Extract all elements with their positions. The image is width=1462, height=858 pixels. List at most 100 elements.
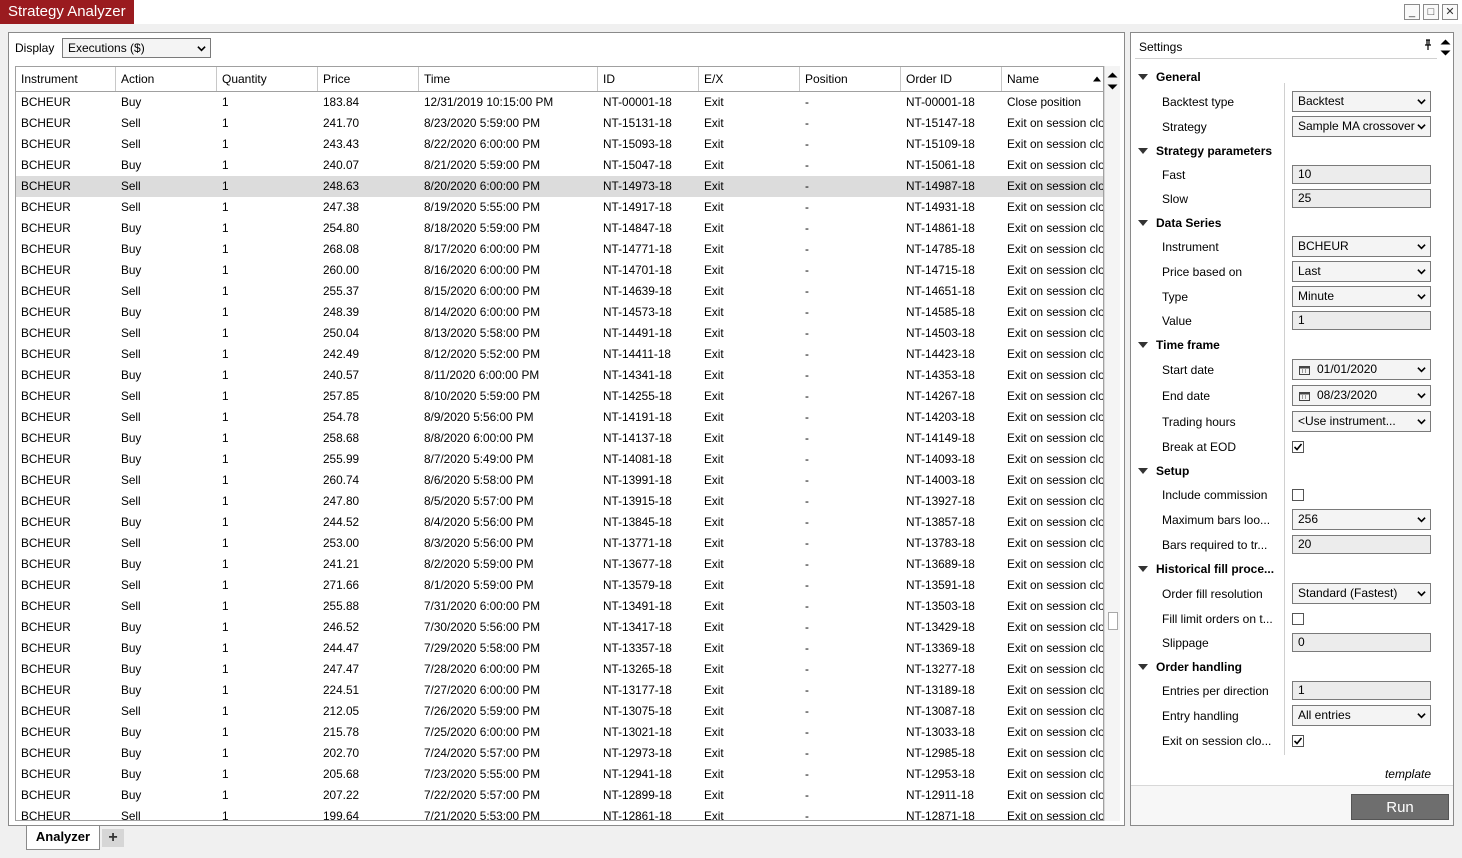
caret-down-icon[interactable]	[1138, 148, 1148, 155]
exit-on-session-close-checkbox[interactable]	[1292, 735, 1304, 747]
table-row[interactable]: BCHEUR Sell 1 255.88 7/31/2020 6:00:00 PM NT-…	[16, 596, 1103, 617]
cell-time: 8/16/2020 6:00:00 PM	[424, 263, 541, 277]
column-header-time[interactable]: Time	[419, 67, 598, 91]
instrument-value: BCHEUR	[1298, 239, 1349, 253]
entries-per-direction-input[interactable]: 1	[1292, 681, 1431, 700]
run-button[interactable]: Run	[1351, 794, 1449, 820]
group-strategy-parameters[interactable]: Strategy parameters	[1156, 144, 1272, 158]
group-historical-fill[interactable]: Historical fill proce...	[1156, 562, 1274, 576]
scroll-up-icon[interactable]	[1107, 70, 1118, 79]
end-date-picker[interactable]: 08/23/2020	[1292, 385, 1431, 406]
table-row[interactable]: BCHEUR Buy 1 224.51 7/27/2020 6:00:00 PM NT-1…	[16, 680, 1103, 701]
table-row[interactable]: BCHEUR Sell 1 247.80 8/5/2020 5:57:00 PM NT-1…	[16, 491, 1103, 512]
table-row[interactable]: BCHEUR Buy 1 183.84 12/31/2019 10:15:00 PM NT…	[16, 92, 1103, 113]
fill-limit-checkbox[interactable]	[1292, 613, 1304, 625]
table-row[interactable]: BCHEUR Buy 1 240.57 8/11/2020 6:00:00 PM NT-1…	[16, 365, 1103, 386]
settings-scroll-down-icon[interactable]	[1440, 49, 1451, 58]
minimize-button[interactable]: _	[1404, 4, 1420, 20]
template-link[interactable]: template	[1385, 767, 1431, 781]
table-row[interactable]: BCHEUR Sell 1 241.70 8/23/2020 5:59:00 PM NT-…	[16, 113, 1103, 134]
table-row[interactable]: BCHEUR Buy 1 246.52 7/30/2020 5:56:00 PM NT-1…	[16, 617, 1103, 638]
close-button[interactable]: ✕	[1442, 4, 1458, 20]
column-header-position[interactable]: Position	[800, 67, 901, 91]
trading-hours-select[interactable]: <Use instrument...	[1292, 411, 1431, 432]
break-at-eod-checkbox[interactable]	[1292, 441, 1304, 453]
table-row[interactable]: BCHEUR Buy 1 260.00 8/16/2020 6:00:00 PM NT-1…	[16, 260, 1103, 281]
table-row[interactable]: BCHEUR Sell 1 212.05 7/26/2020 5:59:00 PM NT-…	[16, 701, 1103, 722]
group-general[interactable]: General	[1156, 70, 1201, 84]
cell-position: -	[805, 599, 809, 613]
instrument-select[interactable]: BCHEUR	[1292, 236, 1431, 257]
table-row[interactable]: BCHEUR Buy 1 205.68 7/23/2020 5:55:00 PM NT-1…	[16, 764, 1103, 785]
column-header-order-id[interactable]: Order ID	[901, 67, 1002, 91]
caret-down-icon[interactable]	[1138, 664, 1148, 671]
type-select[interactable]: Minute	[1292, 286, 1431, 307]
include-commission-checkbox[interactable]	[1292, 489, 1304, 501]
maximize-button[interactable]: □	[1423, 4, 1439, 20]
table-row[interactable]: BCHEUR Buy 1 247.47 7/28/2020 6:00:00 PM NT-1…	[16, 659, 1103, 680]
settings-scrollbar[interactable]	[1438, 33, 1454, 757]
table-row[interactable]: BCHEUR Buy 1 240.07 8/21/2020 5:59:00 PM NT-1…	[16, 155, 1103, 176]
caret-down-icon[interactable]	[1138, 342, 1148, 349]
table-row[interactable]: BCHEUR Buy 1 254.80 8/18/2020 5:59:00 PM NT-1…	[16, 218, 1103, 239]
table-row[interactable]: BCHEUR Buy 1 255.99 8/7/2020 5:49:00 PM NT-14…	[16, 449, 1103, 470]
table-row[interactable]: BCHEUR Buy 1 248.39 8/14/2020 6:00:00 PM NT-1…	[16, 302, 1103, 323]
caret-down-icon[interactable]	[1138, 468, 1148, 475]
column-header-id[interactable]: ID	[598, 67, 699, 91]
table-row[interactable]: BCHEUR Buy 1 202.70 7/24/2020 5:57:00 PM NT-1…	[16, 743, 1103, 764]
table-row[interactable]: BCHEUR Buy 1 258.68 8/8/2020 6:00:00 PM NT-14…	[16, 428, 1103, 449]
table-row[interactable]: BCHEUR Sell 1 248.63 8/20/2020 6:00:00 PM NT-…	[16, 176, 1103, 197]
column-header-price[interactable]: Price	[318, 67, 419, 91]
group-time-frame[interactable]: Time frame	[1156, 338, 1220, 352]
max-bars-select[interactable]: 256	[1292, 509, 1431, 530]
table-row[interactable]: BCHEUR Sell 1 271.66 8/1/2020 5:59:00 PM NT-1…	[16, 575, 1103, 596]
table-row[interactable]: BCHEUR Sell 1 260.74 8/6/2020 5:58:00 PM NT-1…	[16, 470, 1103, 491]
grid-scrollbar[interactable]	[1104, 66, 1120, 821]
column-header-instrument[interactable]: Instrument	[16, 67, 116, 91]
group-data-series[interactable]: Data Series	[1156, 216, 1221, 230]
column-header-quantity[interactable]: Quantity	[217, 67, 318, 91]
table-row[interactable]: BCHEUR Sell 1 250.04 8/13/2020 5:58:00 PM NT-…	[16, 323, 1103, 344]
group-order-handling[interactable]: Order handling	[1156, 660, 1242, 674]
table-row[interactable]: BCHEUR Sell 1 254.78 8/9/2020 5:56:00 PM NT-1…	[16, 407, 1103, 428]
slippage-input[interactable]: 0	[1292, 633, 1431, 652]
table-row[interactable]: BCHEUR Buy 1 241.21 8/2/2020 5:59:00 PM NT-13…	[16, 554, 1103, 575]
caret-down-icon[interactable]	[1138, 220, 1148, 227]
group-setup[interactable]: Setup	[1156, 464, 1189, 478]
display-select[interactable]: Executions ($)	[62, 38, 211, 58]
scroll-down-icon[interactable]	[1107, 83, 1118, 92]
table-row[interactable]: BCHEUR Buy 1 244.47 7/29/2020 5:58:00 PM NT-1…	[16, 638, 1103, 659]
pin-icon[interactable]	[1423, 39, 1433, 51]
scroll-thumb[interactable]	[1108, 612, 1118, 630]
table-row[interactable]: BCHEUR Sell 1 257.85 8/10/2020 5:59:00 PM NT-…	[16, 386, 1103, 407]
column-header-ex[interactable]: E/X	[699, 67, 800, 91]
table-row[interactable]: BCHEUR Buy 1 244.52 8/4/2020 5:56:00 PM NT-13…	[16, 512, 1103, 533]
table-row[interactable]: BCHEUR Sell 1 242.49 8/12/2020 5:52:00 PM NT-…	[16, 344, 1103, 365]
grid-body[interactable]: BCHEUR Buy 1 183.84 12/31/2019 10:15:00 PM NT…	[16, 92, 1103, 820]
table-row[interactable]: BCHEUR Sell 1 255.37 8/15/2020 6:00:00 PM NT-…	[16, 281, 1103, 302]
table-row[interactable]: BCHEUR Sell 1 199.64 7/21/2020 5:53:00 PM NT-…	[16, 806, 1103, 820]
bars-required-input[interactable]: 20	[1292, 535, 1431, 554]
start-date-picker[interactable]: 01/01/2020	[1292, 359, 1431, 380]
value-input[interactable]: 1	[1292, 311, 1431, 330]
table-row[interactable]: BCHEUR Sell 1 243.43 8/22/2020 6:00:00 PM NT-…	[16, 134, 1103, 155]
tab-analyzer[interactable]: Analyzer	[26, 826, 100, 850]
table-row[interactable]: BCHEUR Buy 1 207.22 7/22/2020 5:57:00 PM NT-1…	[16, 785, 1103, 806]
caret-down-icon[interactable]	[1138, 74, 1148, 81]
strategy-select[interactable]: Sample MA crossover	[1292, 116, 1431, 137]
table-row[interactable]: BCHEUR Sell 1 247.38 8/19/2020 5:55:00 PM NT-…	[16, 197, 1103, 218]
entry-handling-select[interactable]: All entries	[1292, 705, 1431, 726]
add-tab-button[interactable]: +	[102, 829, 124, 847]
slow-input[interactable]: 25	[1292, 189, 1431, 208]
column-header-name[interactable]: Name	[1002, 67, 1103, 91]
table-row[interactable]: BCHEUR Buy 1 215.78 7/25/2020 6:00:00 PM NT-1…	[16, 722, 1103, 743]
price-based-on-select[interactable]: Last	[1292, 261, 1431, 282]
settings-scroll-up-icon[interactable]	[1440, 37, 1451, 46]
fast-input[interactable]: 10	[1292, 165, 1431, 184]
table-row[interactable]: BCHEUR Sell 1 253.00 8/3/2020 5:56:00 PM NT-1…	[16, 533, 1103, 554]
column-header-action[interactable]: Action	[116, 67, 217, 91]
order-fill-resolution-select[interactable]: Standard (Fastest)	[1292, 583, 1431, 604]
backtest-type-select[interactable]: Backtest	[1292, 91, 1431, 112]
caret-down-icon[interactable]	[1138, 566, 1148, 573]
table-row[interactable]: BCHEUR Buy 1 268.08 8/17/2020 6:00:00 PM NT-1…	[16, 239, 1103, 260]
